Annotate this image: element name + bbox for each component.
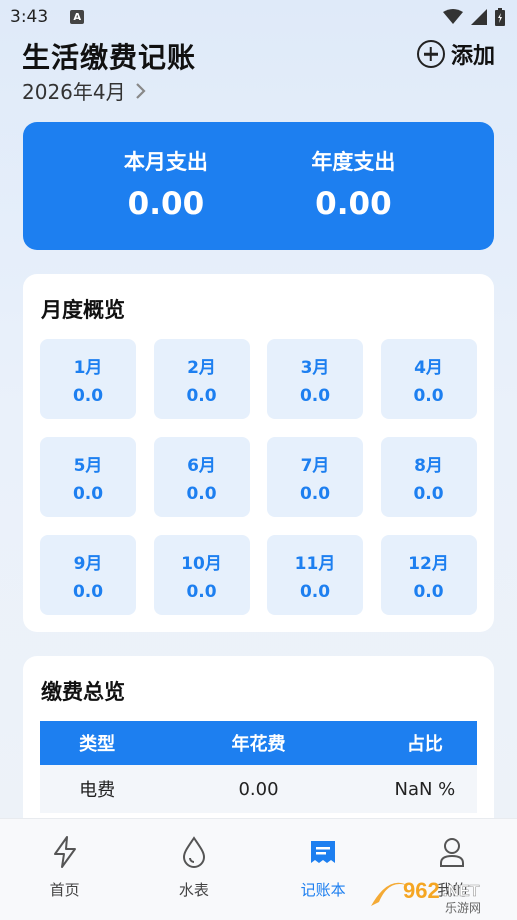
month-name: 3月: [300, 357, 330, 378]
month-tile-10[interactable]: 10月 0.0: [153, 535, 250, 615]
chevron-right-icon: [135, 82, 146, 99]
month-tile-11[interactable]: 11月 0.0: [267, 535, 363, 615]
month-name: 12月: [408, 553, 449, 574]
month-name: 8月: [414, 455, 443, 476]
nav-label-water-meter: 水表: [178, 881, 209, 899]
payment-table: 类型 年花费 占比 电费 0.00 NaN %: [40, 721, 477, 813]
month-value: 0.0: [186, 581, 217, 602]
lightning-icon: [53, 836, 76, 868]
water-drop-icon: [182, 836, 205, 868]
month-value: 0.0: [72, 385, 104, 406]
signal-icon: [471, 9, 487, 25]
month-name: 4月: [414, 357, 443, 378]
month-value: 0.0: [72, 581, 104, 602]
plus-circle-icon: [416, 40, 445, 68]
month-name: 7月: [300, 455, 330, 476]
battery-icon: [495, 8, 505, 26]
month-tile-7[interactable]: 7月 0.0: [267, 437, 363, 517]
svg-text:.NET: .NET: [443, 883, 480, 900]
month-tile-6[interactable]: 6月 0.0: [153, 437, 250, 517]
month-selector[interactable]: 2026年4月: [22, 76, 146, 105]
table-row[interactable]: 电费 0.00 NaN %: [40, 765, 477, 813]
month-value: 0.0: [299, 581, 331, 602]
month-value: 0.0: [299, 483, 331, 504]
site-watermark-logo: 962 .NET 乐游网: [371, 878, 481, 914]
month-tile-4[interactable]: 4月 0.0: [380, 339, 477, 419]
monthly-overview-card: 月度概览 1月 0.0 2月 0.0 3月 0.0 4月 0.0 5月 0.0 6月 0.0…: [23, 274, 494, 632]
month-value: 0.0: [413, 581, 444, 602]
cell-annual: 0.00: [238, 778, 279, 800]
add-button[interactable]: 添加: [416, 38, 495, 70]
month-value: 0.0: [299, 385, 331, 406]
month-tile-12[interactable]: 12月 0.0: [380, 535, 477, 615]
svg-text:962: 962: [403, 878, 440, 903]
monthly-expense-value: 0.00: [127, 186, 205, 222]
month-value: 0.0: [413, 483, 444, 504]
month-name: 9月: [73, 553, 103, 574]
month-value: 0.0: [413, 385, 444, 406]
monthly-expense: 本月支出 0.00: [23, 122, 261, 250]
yearly-expense: 年度支出 0.00: [261, 122, 494, 250]
payment-overview-heading: 缴费总览: [41, 680, 125, 704]
month-name: 2月: [187, 357, 216, 378]
month-name: 1月: [73, 357, 103, 378]
month-grid: 1月 0.0 2月 0.0 3月 0.0 4月 0.0 5月 0.0 6月 0.0 7月 0.…: [40, 339, 477, 615]
page-title: 生活缴费记账: [22, 41, 197, 74]
nav-label-home: 首页: [49, 881, 80, 899]
cell-ratio: NaN %: [394, 778, 456, 800]
month-name: 10月: [181, 553, 222, 574]
user-icon: [440, 838, 465, 867]
status-bar: 3:43 A: [0, 0, 517, 34]
svg-text:乐游网: 乐游网: [445, 901, 481, 914]
nav-item-water-meter[interactable]: 水表: [129, 819, 258, 920]
nav-item-home[interactable]: 首页: [0, 819, 129, 920]
month-tile-5[interactable]: 5月 0.0: [40, 437, 136, 517]
column-header-type: 类型: [79, 734, 116, 755]
month-name: 11月: [294, 553, 336, 574]
month-value: 0.0: [186, 483, 217, 504]
notification-a-icon: A: [70, 10, 85, 24]
nav-label-ledger: 记账本: [300, 881, 346, 899]
wifi-icon: [443, 9, 463, 24]
monthly-expense-label: 本月支出: [123, 150, 208, 174]
status-time: 3:43: [10, 7, 49, 27]
column-header-annual: 年花费: [231, 734, 286, 755]
ledger-icon: [311, 841, 336, 863]
expense-summary-card: 本月支出 0.00 年度支出 0.00: [23, 122, 494, 250]
month-value: 0.0: [186, 385, 217, 406]
month-tile-3[interactable]: 3月 0.0: [267, 339, 363, 419]
table-header: 类型 年花费 占比: [40, 721, 477, 765]
add-label: 添加: [450, 44, 495, 69]
month-name: 6月: [187, 455, 216, 476]
current-month-label: 2026年4月: [22, 80, 126, 104]
column-header-ratio: 占比: [406, 734, 443, 755]
monthly-overview-heading: 月度概览: [41, 298, 125, 322]
month-name: 5月: [73, 455, 103, 476]
month-tile-8[interactable]: 8月 0.0: [380, 437, 477, 517]
yearly-expense-label: 年度支出: [311, 150, 396, 174]
yearly-expense-value: 0.00: [315, 186, 392, 222]
month-tile-9[interactable]: 9月 0.0: [40, 535, 136, 615]
month-tile-2[interactable]: 2月 0.0: [153, 339, 250, 419]
cell-type: 电费: [79, 780, 116, 801]
month-value: 0.0: [72, 483, 104, 504]
month-tile-1[interactable]: 1月 0.0: [40, 339, 136, 419]
